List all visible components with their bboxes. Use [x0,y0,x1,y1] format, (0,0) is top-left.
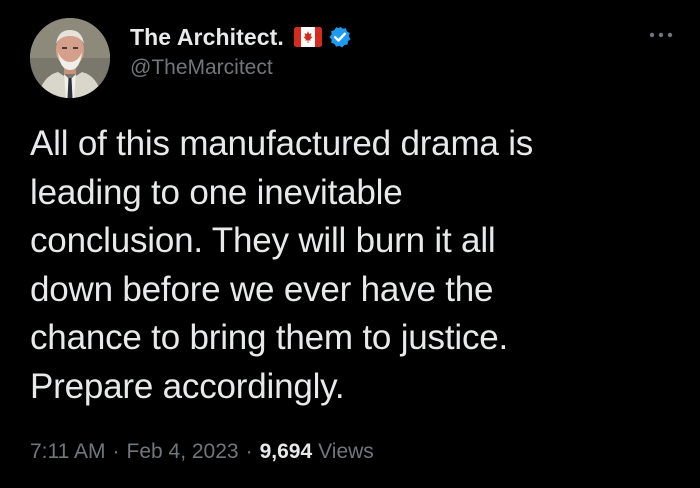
tweet-text: All of this manufactured drama is leadin… [30,124,534,406]
views-count: 9,694 [259,440,313,463]
verified-badge-icon [328,25,352,49]
meta-separator: · [245,440,253,463]
tweet-time[interactable]: 7:11 AM [30,440,106,464]
tweet-date[interactable]: Feb 4, 2023 [127,440,239,464]
meta-separator: · [112,440,120,463]
avatar[interactable] [30,18,110,98]
tweet-meta: 7:11 AM · Feb 4, 2023 · 9,694 Views [30,440,374,464]
display-name[interactable]: The Architect. [130,24,284,51]
views-label: Views [318,440,374,463]
more-options-icon[interactable] [646,28,676,42]
user-handle[interactable]: @TheMarcitect [130,56,352,80]
canada-flag-icon [293,27,322,47]
tweet-card: The Architect. @TheMarcitect All of this… [0,0,700,488]
avatar-image [30,18,110,98]
tweet-header: The Architect. @TheMarcitect [130,22,352,80]
name-row: The Architect. [130,22,352,52]
